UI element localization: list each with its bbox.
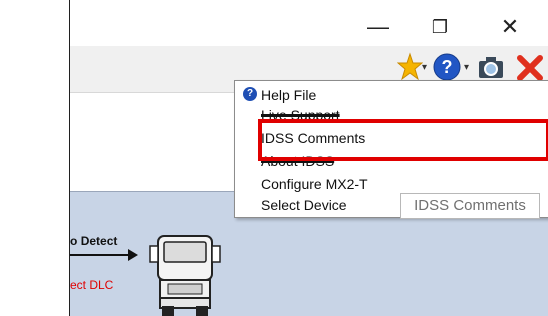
help-file-icon: ? bbox=[243, 87, 257, 101]
detect-label: o Detect bbox=[70, 234, 118, 248]
camera-icon[interactable] bbox=[476, 52, 506, 82]
close-red-icon[interactable] bbox=[514, 52, 548, 82]
tooltip: IDSS Comments bbox=[400, 193, 540, 219]
menu-item-help-file[interactable]: Help File bbox=[261, 85, 316, 105]
help-icon[interactable]: ? bbox=[432, 52, 462, 82]
title-bar: — ❐ ✕ bbox=[70, 0, 548, 46]
close-button[interactable]: ✕ bbox=[490, 12, 530, 42]
truck-icon bbox=[149, 235, 221, 316]
app-window: — ❐ ✕ ▾ ? ▾ o Detect ect DLC ? Help File… bbox=[70, 0, 548, 316]
arrow-head-icon bbox=[128, 249, 138, 261]
connect-dlc-label: ect DLC bbox=[70, 278, 114, 292]
svg-text:?: ? bbox=[442, 57, 453, 77]
star-dropdown-icon[interactable]: ▾ bbox=[422, 62, 427, 73]
help-dropdown-icon[interactable]: ▾ bbox=[464, 62, 469, 73]
arrow-line bbox=[70, 254, 132, 256]
star-icon[interactable] bbox=[397, 52, 423, 82]
minimize-button[interactable]: — bbox=[358, 12, 398, 42]
left-margin bbox=[0, 0, 70, 316]
menu-item-configure-mx2t[interactable]: Configure MX2-T bbox=[261, 174, 368, 194]
highlight-box bbox=[258, 119, 548, 161]
restore-button[interactable]: ❐ bbox=[420, 12, 460, 42]
menu-item-select-device[interactable]: Select Device bbox=[261, 195, 347, 215]
